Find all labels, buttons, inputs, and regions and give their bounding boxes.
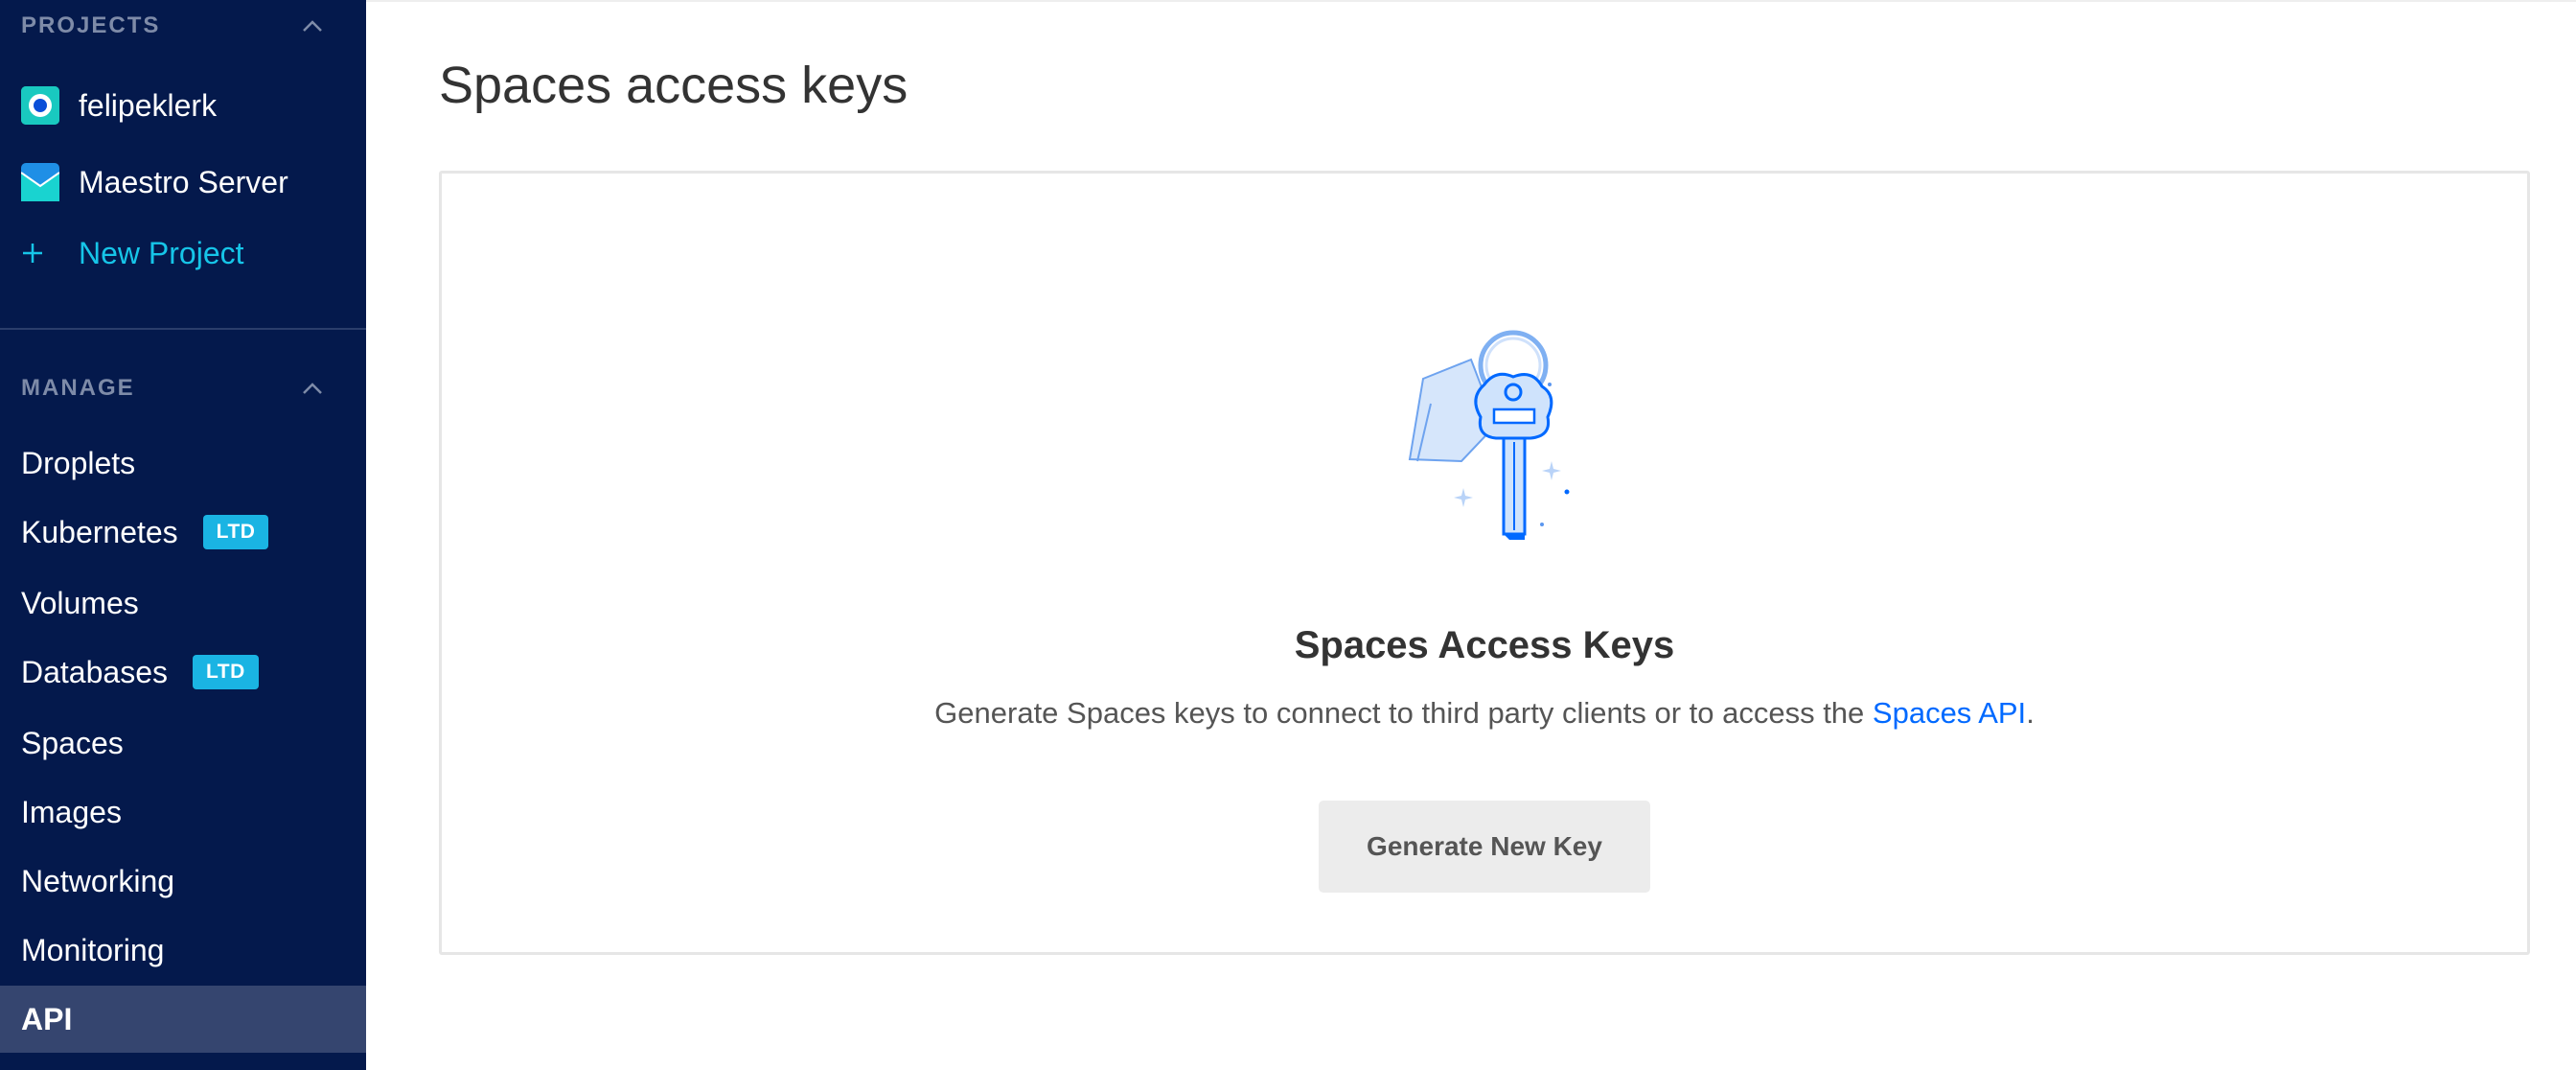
sidebar-item-label: Databases <box>21 654 168 689</box>
plus-icon <box>21 242 59 265</box>
sidebar-item-label: Networking <box>21 863 175 898</box>
sidebar-item-kubernetes[interactable]: Kubernetes LTD <box>0 499 366 566</box>
sidebar-item-databases[interactable]: Databases LTD <box>0 639 366 706</box>
card-title: Spaces Access Keys <box>1294 624 1675 666</box>
sidebar-item-images[interactable]: Images <box>0 779 366 846</box>
empty-state-card: Spaces Access Keys Generate Spaces keys … <box>439 171 2530 955</box>
project-item-felipeklerk[interactable]: felipeklerk <box>21 79 217 132</box>
manage-section-header[interactable]: MANAGE <box>21 369 330 407</box>
ltd-badge: LTD <box>202 515 269 549</box>
description-suffix: . <box>2026 696 2035 730</box>
project-item-maestro-server[interactable]: Maestro Server <box>21 155 288 209</box>
new-project-button[interactable]: New Project <box>21 226 244 280</box>
sidebar-item-droplets[interactable]: Droplets <box>0 430 366 497</box>
generate-new-key-button[interactable]: Generate New Key <box>1319 801 1650 893</box>
project-label: Maestro Server <box>79 164 288 199</box>
project-target-icon <box>21 86 59 125</box>
description-text: Generate Spaces keys to connect to third… <box>934 696 1873 730</box>
projects-header-label: PROJECTS <box>21 12 161 38</box>
spaces-api-link[interactable]: Spaces API <box>1873 696 2026 730</box>
page-title: Spaces access keys <box>439 57 908 114</box>
ltd-badge: LTD <box>192 655 259 689</box>
sidebar-item-label: Spaces <box>21 725 124 760</box>
key-illustration-icon <box>1389 317 1580 567</box>
card-description: Generate Spaces keys to connect to third… <box>442 696 2527 731</box>
sidebar-item-label: Kubernetes <box>21 514 178 549</box>
sidebar-item-monitoring[interactable]: Monitoring <box>0 917 366 984</box>
sidebar-item-label: Volumes <box>21 585 139 620</box>
sidebar-item-label: API <box>21 1001 73 1036</box>
sidebar-item-volumes[interactable]: Volumes <box>0 570 366 637</box>
chevron-up-icon[interactable] <box>295 374 330 403</box>
manage-header-label: MANAGE <box>21 375 135 401</box>
sidebar-item-networking[interactable]: Networking <box>0 848 366 915</box>
sidebar: PROJECTS felipeklerk Maestro Server New … <box>0 0 366 1070</box>
sidebar-item-label: Monitoring <box>21 932 165 967</box>
sidebar-item-api[interactable]: API <box>0 986 366 1053</box>
chevron-up-icon[interactable] <box>295 12 330 40</box>
sidebar-item-label: Images <box>21 794 122 829</box>
project-label: felipeklerk <box>79 87 218 123</box>
projects-section-header[interactable]: PROJECTS <box>21 7 330 45</box>
sidebar-item-label: Droplets <box>21 445 136 480</box>
sidebar-item-spaces[interactable]: Spaces <box>0 709 366 777</box>
sidebar-divider <box>0 328 366 330</box>
project-envelope-icon <box>21 163 59 201</box>
top-border <box>366 0 2576 2</box>
new-project-label: New Project <box>79 235 244 270</box>
